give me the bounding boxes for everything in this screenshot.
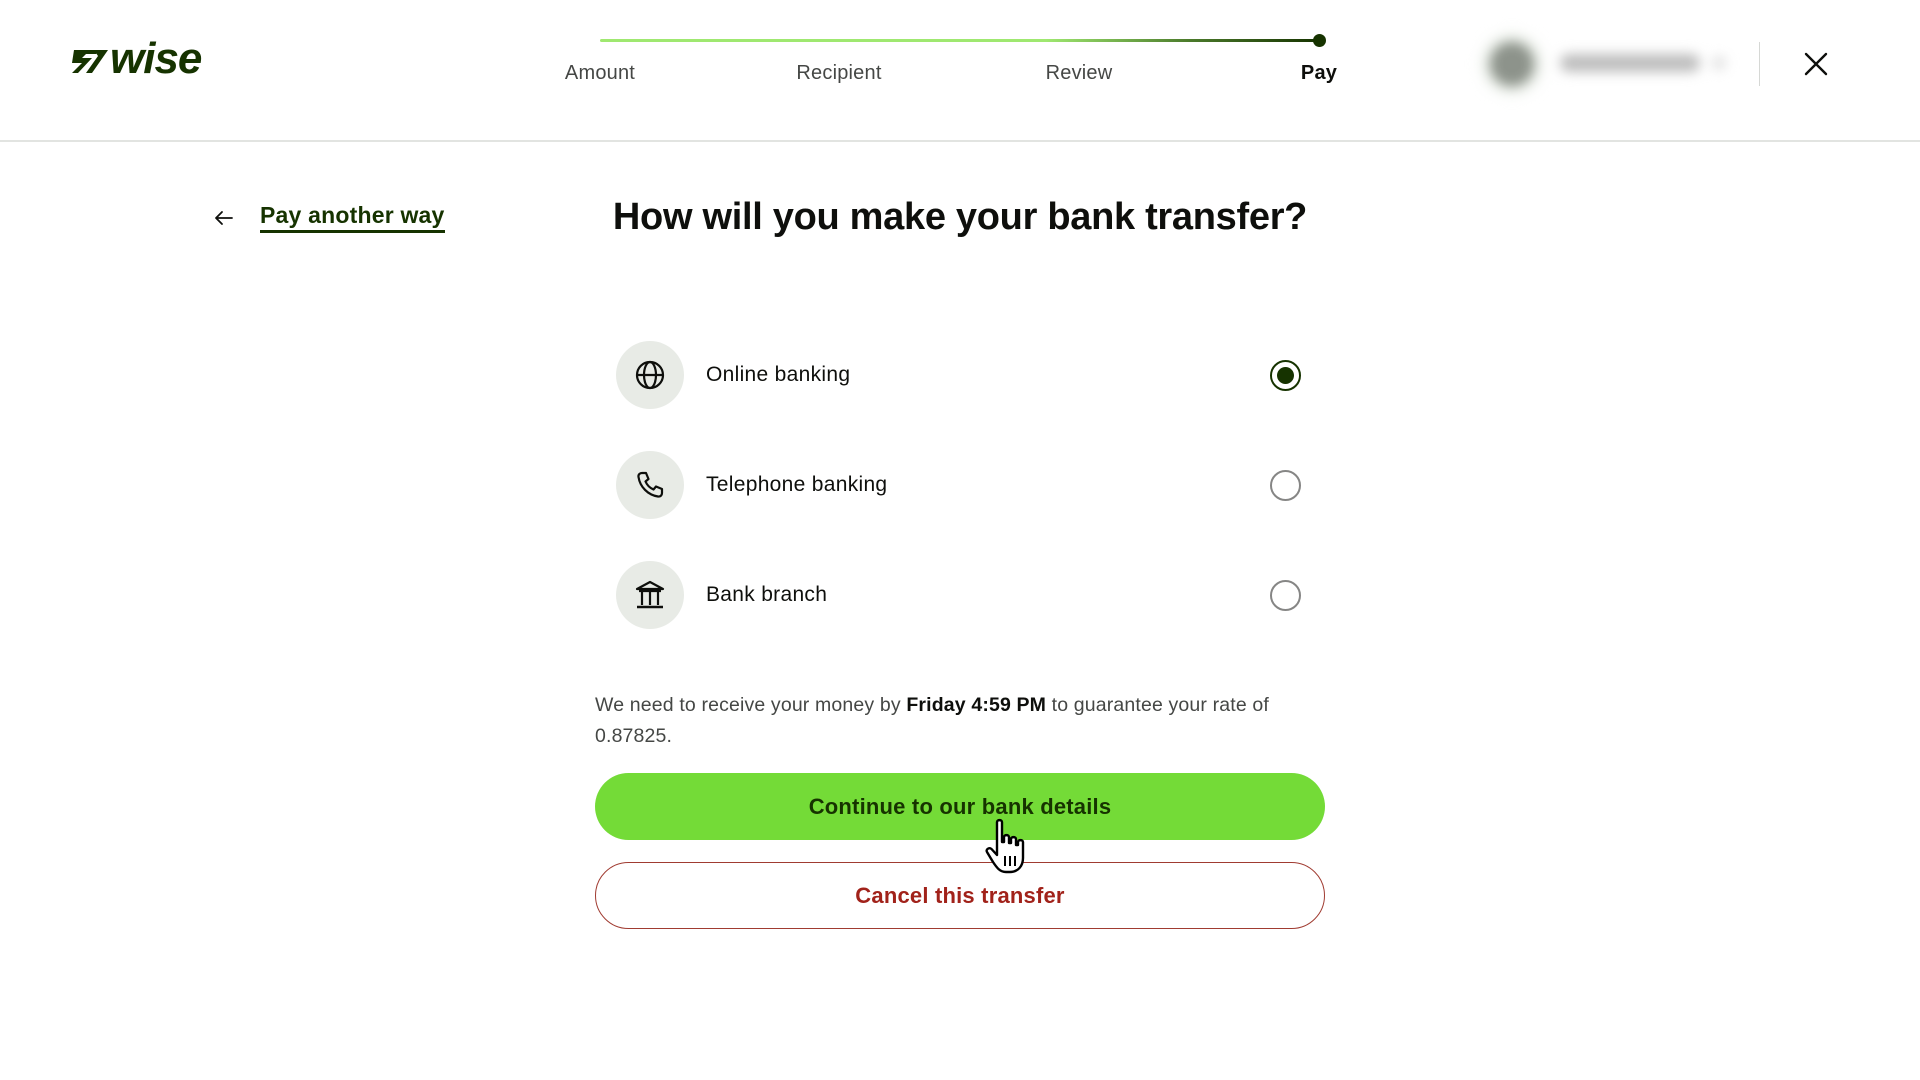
radio-bank-branch[interactable] [1270,580,1301,611]
close-button[interactable] [1798,46,1834,82]
logo-wordmark: wise [110,34,202,83]
step-review[interactable]: Review [999,62,1159,85]
arrow-left-icon [215,211,233,225]
cancel-transfer-button[interactable]: Cancel this transfer [595,862,1325,929]
option-telephone-banking[interactable]: Telephone banking [616,430,1316,540]
option-online-banking[interactable]: Online banking [616,320,1316,430]
continue-to-bank-details-button[interactable]: Continue to our bank details [595,773,1325,840]
progress-current-dot [1313,34,1326,47]
wise-logo[interactable]: wise [70,34,202,83]
chevron-down-icon [1712,56,1726,70]
note-deadline: Friday 4:59 PM [906,694,1047,716]
avatar-icon [1490,42,1534,86]
option-label: Telephone banking [706,473,888,496]
globe-icon [635,360,665,390]
pay-another-way-link[interactable]: Pay another way [212,200,445,236]
option-label: Bank branch [706,583,828,606]
progress-track [600,39,1319,42]
progress-stepper: Amount Recipient Review Pay [560,30,1360,90]
header-divider [1759,42,1760,86]
step-amount[interactable]: Amount [520,62,680,85]
option-icon-container [616,451,684,519]
phone-icon [637,471,664,498]
page-title: How will you make your bank transfer? [612,196,1308,238]
option-bank-branch[interactable]: Bank branch [616,540,1316,650]
radio-online-banking[interactable] [1270,360,1301,391]
close-icon [1804,52,1828,76]
pay-another-way-label[interactable]: Pay another way [260,202,445,234]
option-label: Online banking [706,363,851,386]
payment-method-options: Online banking Telephone banking Bank br… [616,320,1316,650]
note-prefix: We need to receive your money by [595,694,907,716]
radio-telephone-banking[interactable] [1270,470,1301,501]
deadline-note: We need to receive your money by Friday … [595,690,1335,752]
bank-icon [635,580,665,609]
option-icon-container [616,341,684,409]
profile-menu[interactable] [1480,40,1740,86]
option-icon-container [616,561,684,629]
profile-name-blurred [1560,54,1700,72]
wise-flag-icon [72,50,108,73]
top-header: wise Amount Recipient Review Pay [0,0,1920,142]
step-pay: Pay [1300,62,1338,84]
step-recipient[interactable]: Recipient [759,62,919,85]
